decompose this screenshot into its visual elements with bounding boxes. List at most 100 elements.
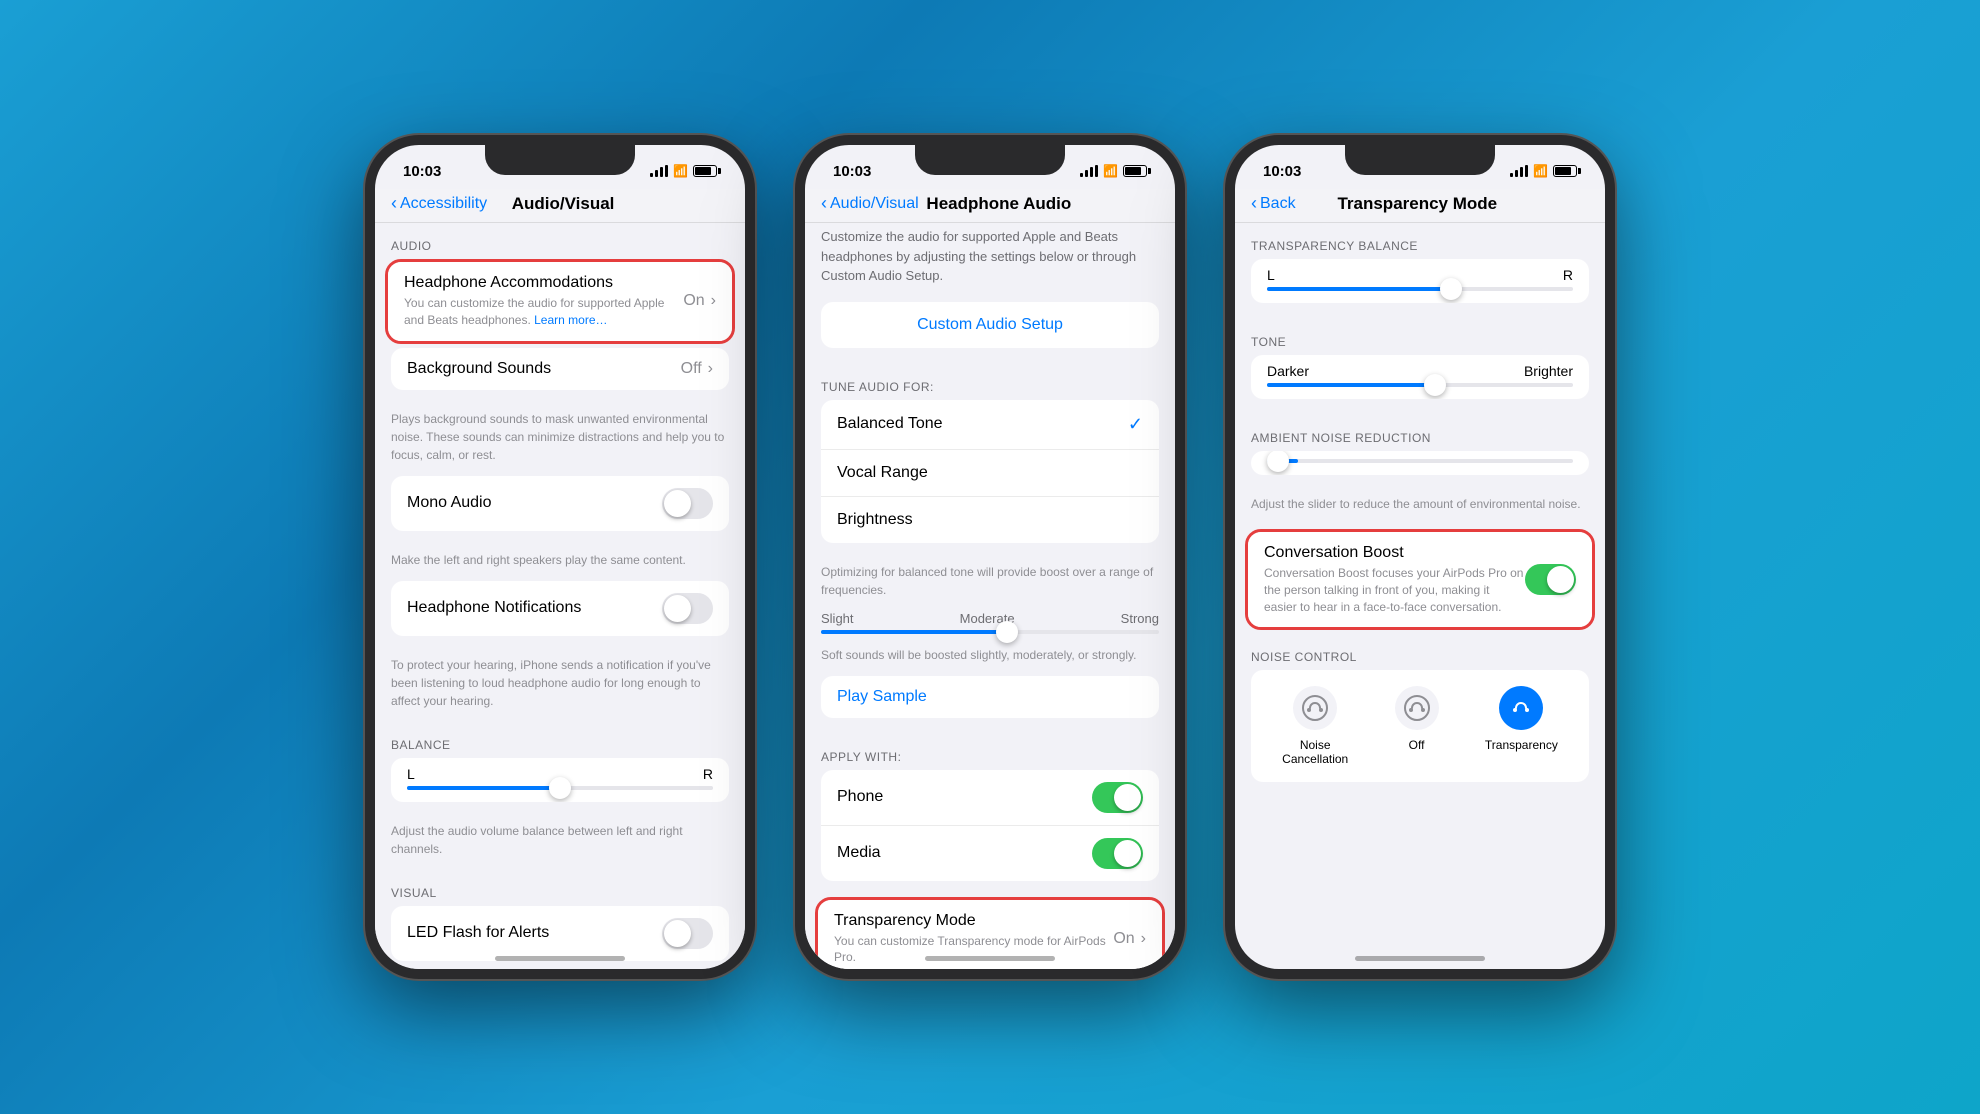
tune-for-label: TUNE AUDIO FOR:: [805, 364, 1175, 400]
tone-slider-container: Darker Brighter: [1251, 355, 1589, 399]
mono-desc: Make the left and right speakers play th…: [375, 547, 745, 581]
mono-title: Mono Audio: [407, 494, 662, 512]
strength-labels: Slight Moderate Strong: [805, 611, 1175, 626]
headphone-accommodations-row[interactable]: Headphone Accommodations You can customi…: [388, 262, 732, 341]
back-button-2[interactable]: ‹ Audio/Visual: [821, 193, 919, 214]
balance-track[interactable]: [407, 786, 713, 790]
balance-thumb[interactable]: [549, 777, 571, 799]
section-label-balance: BALANCE: [375, 722, 745, 758]
bg-chevron: ›: [708, 360, 713, 378]
tune-balanced-row[interactable]: Balanced Tone ✓: [821, 400, 1159, 450]
media-row[interactable]: Media: [821, 826, 1159, 881]
balance-right: R: [703, 766, 713, 782]
back-button-1[interactable]: ‹ Accessibility: [391, 193, 487, 214]
tone-fill: [1267, 383, 1435, 387]
conversation-boost-toggle[interactable]: [1525, 564, 1576, 595]
tb-track[interactable]: [1267, 287, 1573, 291]
conversation-boost-row[interactable]: Conversation Boost Conversation Boost fo…: [1248, 532, 1592, 627]
cb-toggle-thumb: [1547, 566, 1574, 593]
strength-thumb[interactable]: [996, 621, 1018, 643]
bg-content: Background Sounds: [407, 360, 681, 378]
back-button-3[interactable]: ‹ Back: [1251, 193, 1296, 214]
tb-thumb[interactable]: [1440, 278, 1462, 300]
transparency-chevron: ›: [1141, 930, 1146, 948]
tune-brightness-row[interactable]: Brightness: [821, 497, 1159, 543]
mono-toggle-thumb: [664, 490, 691, 517]
back-chevron-2: ‹: [821, 193, 827, 214]
headphone-on-text: On: [683, 292, 704, 310]
back-label-2: Audio/Visual: [830, 195, 919, 213]
noise-cancellation-option[interactable]: NoiseCancellation: [1282, 686, 1348, 766]
tone-thumb[interactable]: [1424, 374, 1446, 396]
noise-cancel-label: NoiseCancellation: [1282, 738, 1348, 766]
strength-track[interactable]: [821, 630, 1159, 634]
background-sounds-row[interactable]: Background Sounds Off ›: [391, 348, 729, 390]
noise-control-label: NOISE CONTROL: [1235, 634, 1605, 670]
status-icons-3: 📶: [1510, 164, 1577, 178]
transparency-group: Transparency Mode You can customize Tran…: [818, 900, 1162, 979]
headphone-notif-row[interactable]: Headphone Notifications: [391, 581, 729, 636]
phone-title: Phone: [837, 788, 1092, 806]
mono-toggle[interactable]: [662, 488, 713, 519]
time-3: 10:03: [1263, 163, 1301, 180]
tone-track[interactable]: [1267, 383, 1573, 387]
nav-title-1: Audio/Visual: [487, 194, 639, 214]
notif-title: Headphone Notifications: [407, 599, 662, 617]
transparency-on-text: On: [1113, 930, 1134, 948]
led-flash-row[interactable]: LED Flash for Alerts: [391, 906, 729, 961]
nav-bar-2: ‹ Audio/Visual Headphone Audio: [805, 189, 1175, 223]
battery-3: [1553, 165, 1577, 177]
headphone-value: On ›: [683, 292, 716, 310]
headphone-notif-toggle[interactable]: [662, 593, 713, 624]
wifi-icon-2: 📶: [1103, 164, 1118, 178]
apply-options-group: Phone Media: [821, 770, 1159, 881]
noise-transparency-option[interactable]: Transparency: [1485, 686, 1558, 766]
play-sample-button[interactable]: Play Sample: [821, 676, 1159, 718]
tb-slider-container: L R: [1251, 259, 1589, 303]
tone-group: Darker Brighter: [1251, 355, 1589, 399]
media-content: Media: [837, 844, 1092, 862]
tune-desc: Optimizing for balanced tone will provid…: [805, 559, 1175, 611]
noise-cancel-icon: [1293, 686, 1337, 730]
phone-row[interactable]: Phone: [821, 770, 1159, 826]
tb-right: R: [1563, 267, 1573, 283]
phone-1: 10:03 📶 ‹ Accessibility Audio/Visual AUD…: [365, 135, 755, 979]
learn-more-link[interactable]: Learn more…: [534, 313, 607, 327]
screen-content-3: TRANSPARENCY BALANCE L R TONE Darker Bri…: [1235, 223, 1605, 828]
notif-desc: To protect your hearing, iPhone sends a …: [375, 652, 745, 722]
headphone-group: Headphone Accommodations You can customi…: [388, 262, 732, 341]
bg-value: Off ›: [681, 360, 713, 378]
ambient-thumb[interactable]: [1267, 451, 1289, 472]
battery-2: [1123, 165, 1147, 177]
phone-3: 10:03 📶 ‹ Back Transparency Mode TRANSPA…: [1225, 135, 1615, 979]
notif-content: Headphone Notifications: [407, 599, 662, 617]
bg-title: Background Sounds: [407, 360, 681, 378]
nav-bar-3: ‹ Back Transparency Mode: [1235, 189, 1605, 223]
status-icons-2: 📶: [1080, 164, 1147, 178]
headphone-accommodations-highlight: Headphone Accommodations You can customi…: [385, 259, 735, 344]
ambient-noise-label: AMBIENT NOISE REDUCTION: [1235, 415, 1605, 451]
wifi-icon-1: 📶: [673, 164, 688, 178]
tune-vocal-row[interactable]: Vocal Range: [821, 450, 1159, 497]
media-toggle-thumb: [1114, 840, 1141, 867]
custom-audio-button[interactable]: Custom Audio Setup: [821, 302, 1159, 348]
notch-2: [915, 145, 1065, 175]
phone-toggle[interactable]: [1092, 782, 1143, 813]
media-toggle[interactable]: [1092, 838, 1143, 869]
cb-desc: Conversation Boost focuses your AirPods …: [1264, 565, 1525, 615]
media-title: Media: [837, 844, 1092, 862]
headphone-chevron: ›: [711, 292, 716, 310]
headphone-content: Headphone Accommodations You can customi…: [404, 274, 683, 329]
led-content: LED Flash for Alerts: [407, 924, 662, 942]
home-indicator-2: [925, 956, 1055, 961]
led-toggle[interactable]: [662, 918, 713, 949]
transparency-mode-row[interactable]: Transparency Mode You can customize Tran…: [818, 900, 1162, 979]
noise-off-option[interactable]: Off: [1395, 686, 1439, 766]
tune-options-group: Balanced Tone ✓ Vocal Range Brightness: [821, 400, 1159, 543]
phone-2: 10:03 📶 ‹ Audio/Visual Headphone Audio C…: [795, 135, 1185, 979]
ambient-track[interactable]: [1267, 459, 1573, 463]
cb-title: Conversation Boost: [1264, 544, 1525, 562]
screen-content-1: AUDIO Headphone Accommodations You can c…: [375, 223, 745, 979]
mono-audio-row[interactable]: Mono Audio: [391, 476, 729, 531]
tb-fill: [1267, 287, 1451, 291]
